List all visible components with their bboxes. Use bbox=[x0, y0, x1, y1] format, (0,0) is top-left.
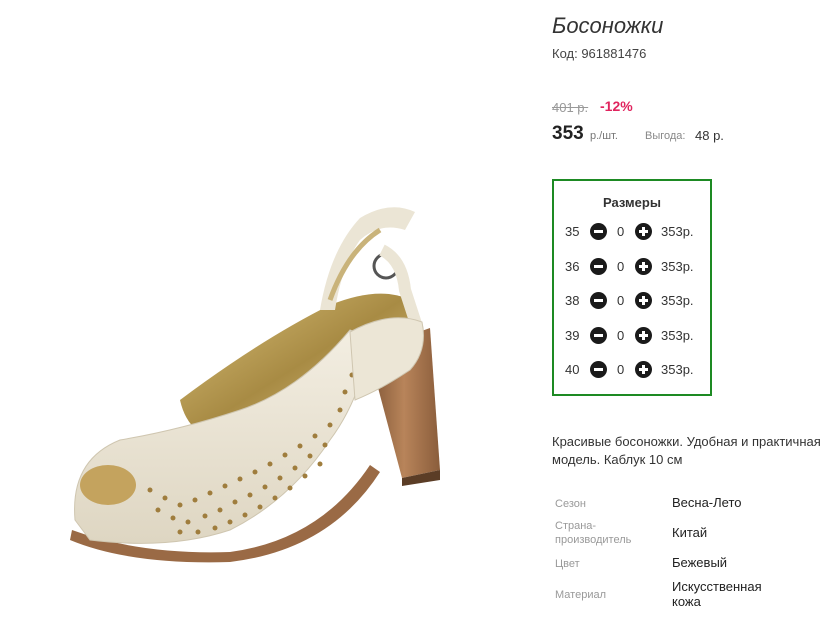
size-price: 353р. bbox=[661, 293, 694, 308]
size-selector-title: Размеры bbox=[603, 195, 661, 210]
saving-label: Выгода: bbox=[645, 130, 686, 142]
attribute-value: Бежевый bbox=[672, 555, 728, 570]
price-unit: р./шт. bbox=[590, 130, 618, 142]
size-row: 35 0 353р. bbox=[554, 222, 710, 242]
minus-icon[interactable] bbox=[590, 292, 607, 309]
attribute-value: Китай bbox=[672, 525, 708, 540]
size-price: 353р. bbox=[661, 224, 694, 239]
saving-value: 48 р. bbox=[695, 128, 724, 143]
plus-icon[interactable] bbox=[635, 292, 652, 309]
attribute-label: Страна-производитель bbox=[555, 520, 632, 546]
size-row: 40 0 353р. bbox=[554, 360, 710, 380]
product-code: Код: 961881476 bbox=[552, 46, 647, 61]
size-value: 38 bbox=[565, 293, 580, 308]
current-price: 353 bbox=[552, 123, 584, 144]
attribute-label: Материал bbox=[555, 589, 606, 601]
size-price: 353р. bbox=[661, 259, 694, 274]
attribute-label: Цвет bbox=[555, 558, 580, 570]
quantity-value[interactable]: 0 bbox=[617, 362, 624, 377]
attribute-label: Сезон bbox=[555, 498, 586, 510]
size-value: 35 bbox=[565, 224, 580, 239]
size-value: 36 bbox=[565, 259, 580, 274]
minus-icon[interactable] bbox=[590, 223, 607, 240]
minus-icon[interactable] bbox=[590, 361, 607, 378]
size-price: 353р. bbox=[661, 328, 694, 343]
old-price: 401 р. bbox=[552, 100, 589, 115]
attribute-value: Весна-Лето bbox=[672, 495, 742, 510]
minus-icon[interactable] bbox=[590, 327, 607, 344]
quantity-value[interactable]: 0 bbox=[617, 293, 624, 308]
plus-icon[interactable] bbox=[635, 327, 652, 344]
size-row: 36 0 353р. bbox=[554, 257, 710, 277]
product-title: Босоножки bbox=[552, 13, 664, 38]
product-image[interactable] bbox=[30, 100, 500, 580]
minus-icon[interactable] bbox=[590, 258, 607, 275]
quantity-value[interactable]: 0 bbox=[617, 328, 624, 343]
quantity-value[interactable]: 0 bbox=[617, 259, 624, 274]
size-value: 39 bbox=[565, 328, 580, 343]
size-price: 353р. bbox=[661, 362, 694, 377]
attribute-value: Искусственная кожа bbox=[672, 579, 762, 609]
size-row: 38 0 353р. bbox=[554, 291, 710, 311]
plus-icon[interactable] bbox=[635, 258, 652, 275]
size-value: 40 bbox=[565, 362, 580, 377]
quantity-value[interactable]: 0 bbox=[617, 224, 624, 239]
plus-icon[interactable] bbox=[635, 361, 652, 378]
sandal-illustration bbox=[70, 207, 440, 563]
size-selector: Размеры 35 0 353р. 36 0 353р. 38 0 353р.… bbox=[552, 179, 712, 396]
size-row: 39 0 353р. bbox=[554, 326, 710, 346]
product-description: Красивые босоножки. Удобная и практичная… bbox=[552, 434, 821, 467]
product-info: Босоножки Код: 961881476 401 р. -12% 353… bbox=[552, 0, 839, 620]
plus-icon[interactable] bbox=[635, 223, 652, 240]
discount-badge: -12% bbox=[600, 98, 633, 114]
